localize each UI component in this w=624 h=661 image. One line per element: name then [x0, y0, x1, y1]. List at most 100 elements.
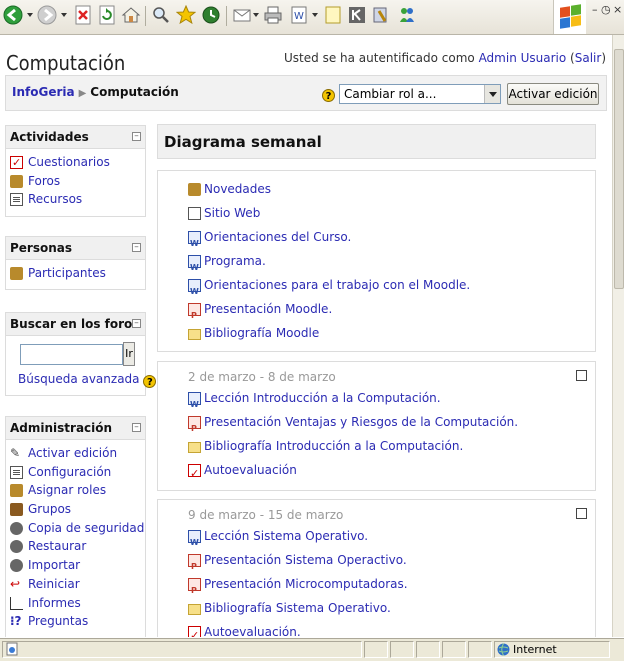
collapse-icon[interactable]: –	[132, 319, 141, 328]
status-zone: Internet	[494, 641, 610, 658]
forward-button[interactable]	[36, 5, 58, 27]
backup-icon	[10, 521, 23, 535]
resource-link[interactable]: Presentación Moodle.	[188, 297, 595, 328]
resource-link[interactable]: Lección Introducción a la Computación.	[188, 386, 595, 417]
refresh-icon[interactable]	[96, 5, 118, 27]
admin-reports-link[interactable]: Informes	[10, 594, 145, 613]
settings-icon	[10, 465, 23, 479]
admin-assign-roles-link[interactable]: Asignar roles	[10, 481, 145, 500]
admin-groups-link[interactable]: Grupos	[10, 500, 145, 519]
block-actividades: Actividades – Cuestionarios Foros Recurso…	[5, 125, 146, 217]
edit-word-icon[interactable]: W	[288, 5, 310, 27]
status-cell	[416, 641, 440, 658]
history-icon[interactable]	[200, 5, 222, 27]
resource-link[interactable]: Presentación Microcomputadoras.	[188, 572, 595, 603]
quiz-link[interactable]: Autoevaluación	[188, 458, 595, 486]
edit-icon: ✎	[10, 446, 21, 460]
block-administracion: Administración – ✎ Activar edición Configu…	[5, 416, 146, 637]
folder-link[interactable]: Bibliografía Moodle	[188, 321, 595, 345]
folder-link[interactable]: Bibliografía Introducción a la Computaci…	[188, 434, 595, 458]
word-document-icon	[188, 530, 201, 555]
advanced-search-link[interactable]: Búsqueda avanzada ?	[18, 372, 157, 388]
help-icon[interactable]: ?	[322, 89, 335, 102]
discuss-icon[interactable]	[322, 5, 344, 27]
restore-icon[interactable]: ◷	[601, 3, 611, 16]
powerpoint-icon	[188, 416, 201, 441]
research-icon[interactable]	[346, 5, 368, 27]
messenger-icon[interactable]	[396, 5, 418, 27]
print-icon[interactable]	[262, 5, 284, 27]
highlight-week-checkbox[interactable]	[576, 508, 587, 519]
logout-link[interactable]: Salir	[575, 51, 602, 65]
turn-editing-on-button[interactable]: Activar edición	[507, 83, 599, 105]
resource-link[interactable]: Presentación Ventajas y Riesgos de la Co…	[188, 410, 595, 441]
status-cell	[468, 641, 492, 658]
user-link[interactable]: Admin Usuario	[479, 51, 567, 65]
status-page-icon	[2, 641, 362, 658]
back-button[interactable]	[2, 5, 24, 27]
folder-link[interactable]: Bibliografía Sistema Operativo.	[188, 596, 595, 620]
restore-icon	[10, 540, 23, 554]
admin-questions-link[interactable]: ⁝? Preguntas	[10, 612, 145, 631]
chevron-down-icon[interactable]	[484, 85, 500, 103]
collapse-icon[interactable]: –	[132, 132, 141, 141]
folder-icon	[188, 329, 201, 340]
resource-link[interactable]: Orientaciones para el trabajo con el Moo…	[188, 273, 595, 304]
collapse-icon[interactable]: –	[132, 243, 141, 252]
resource-link[interactable]: Orientaciones del Curso.	[188, 225, 595, 256]
scrollbar-thumb[interactable]	[614, 49, 624, 289]
page-content: Computación Usted se ha autentificado co…	[0, 35, 612, 637]
mail-icon[interactable]	[231, 5, 253, 27]
admin-restore-link[interactable]: Restaurar	[10, 537, 145, 556]
vertical-scrollbar[interactable]	[612, 35, 624, 637]
resource-link[interactable]: Lección Sistema Operativo.	[188, 524, 595, 555]
web-page-icon	[188, 207, 201, 220]
forward-dropdown-icon[interactable]	[61, 13, 67, 17]
login-prefix: Usted se ha autentificado como	[284, 51, 479, 65]
windows-logo-icon	[553, 0, 586, 34]
folder-icon	[188, 604, 201, 615]
word-document-icon	[188, 231, 201, 256]
participants-link[interactable]: Participantes	[10, 264, 145, 283]
quiz-link[interactable]: Autoevaluación.	[188, 620, 595, 637]
switch-role-select[interactable]: Cambiar rol a...	[339, 84, 501, 104]
highlight-week-checkbox[interactable]	[576, 370, 587, 381]
block-title: Buscar en los foros	[10, 317, 140, 331]
home-icon[interactable]	[120, 5, 142, 27]
forum-search-go-button[interactable]: Ir	[123, 342, 135, 366]
stop-icon[interactable]	[72, 5, 94, 27]
participants-icon	[10, 267, 23, 280]
admin-turn-editing-on-link[interactable]: ✎ Activar edición	[10, 444, 145, 463]
status-cell	[364, 641, 388, 658]
activity-forums-link[interactable]: Foros	[10, 172, 145, 191]
news-forum-link[interactable]: Novedades	[188, 177, 595, 201]
activity-quizzes-link[interactable]: Cuestionarios	[10, 153, 145, 173]
website-link[interactable]: Sitio Web	[188, 201, 595, 225]
resource-link[interactable]: Presentación Sistema Operactivo.	[188, 548, 595, 579]
admin-import-link[interactable]: Importar	[10, 556, 145, 575]
close-icon[interactable]: ×	[613, 3, 622, 16]
breadcrumb: InfoGeria ▶ Computación	[12, 85, 179, 99]
word-document-icon	[188, 392, 201, 417]
edit-dropdown-icon[interactable]	[312, 13, 318, 17]
search-icon[interactable]	[150, 5, 172, 27]
collapse-icon[interactable]: –	[132, 423, 141, 432]
powerpoint-icon	[188, 578, 201, 603]
admin-backup-link[interactable]: Copia de seguridad	[10, 519, 145, 538]
section-general: Novedades Sitio Web Orientaciones del Cu…	[157, 170, 596, 352]
favorites-icon[interactable]	[175, 4, 197, 27]
svg-text:W: W	[294, 11, 304, 22]
forum-search-input[interactable]	[20, 344, 123, 365]
admin-settings-link[interactable]: Configuración	[10, 463, 145, 482]
forum-icon	[188, 183, 201, 196]
breadcrumb-home-link[interactable]: InfoGeria	[12, 85, 75, 99]
tools-icon[interactable]	[370, 5, 392, 27]
resource-link[interactable]: Programa.	[188, 249, 595, 280]
forum-icon	[10, 174, 23, 188]
back-dropdown-icon[interactable]	[27, 13, 33, 17]
minimize-icon[interactable]: –	[592, 3, 598, 16]
admin-reset-link[interactable]: ↩ Reiniciar	[10, 575, 145, 594]
activity-resources-link[interactable]: Recursos	[10, 190, 145, 209]
mail-dropdown-icon[interactable]	[253, 13, 259, 17]
help-icon[interactable]: ?	[143, 375, 157, 388]
